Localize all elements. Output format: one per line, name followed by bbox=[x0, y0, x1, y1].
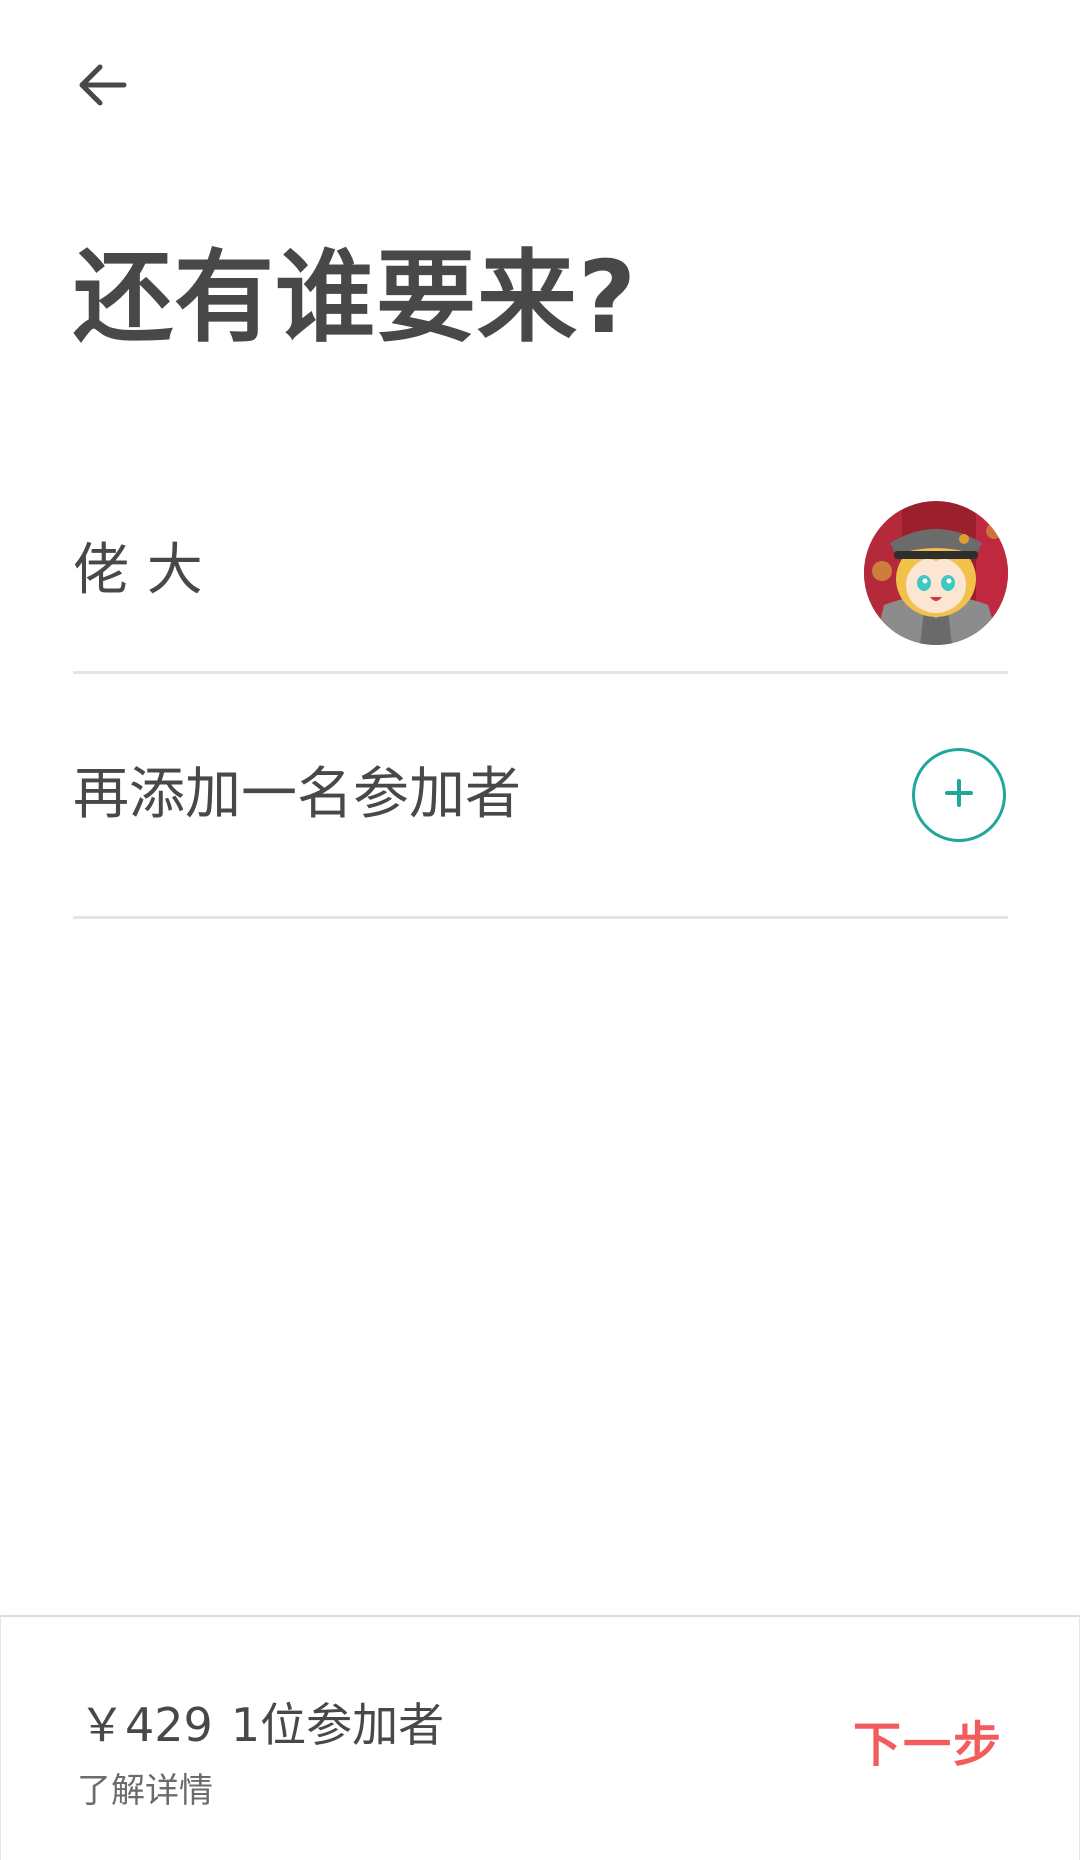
page-title: 还有谁要来? bbox=[73, 239, 638, 356]
add-guest-button[interactable] bbox=[912, 748, 1006, 842]
guest-count: 1位参加者 bbox=[230, 1698, 445, 1752]
guest-row[interactable]: 佬 大 bbox=[73, 470, 1008, 674]
arrow-left-icon bbox=[74, 57, 130, 117]
price-summary: ￥429 1位参加者 bbox=[79, 1695, 444, 1755]
avatar[interactable] bbox=[864, 500, 1008, 645]
next-button[interactable]: 下一步 bbox=[853, 1715, 1003, 1775]
guest-name: 佬 大 bbox=[73, 537, 203, 603]
add-guest-row[interactable]: 再添加一名参加者 bbox=[73, 674, 1008, 919]
back-button[interactable] bbox=[70, 55, 134, 119]
plus-icon bbox=[944, 778, 974, 812]
price: ￥429 bbox=[79, 1698, 213, 1752]
footer-bar: ￥429 1位参加者 了解详情 下一步 bbox=[0, 1615, 1080, 1860]
add-guest-label: 再添加一名参加者 bbox=[73, 762, 521, 827]
details-link[interactable]: 了解详情 bbox=[77, 1769, 213, 1813]
